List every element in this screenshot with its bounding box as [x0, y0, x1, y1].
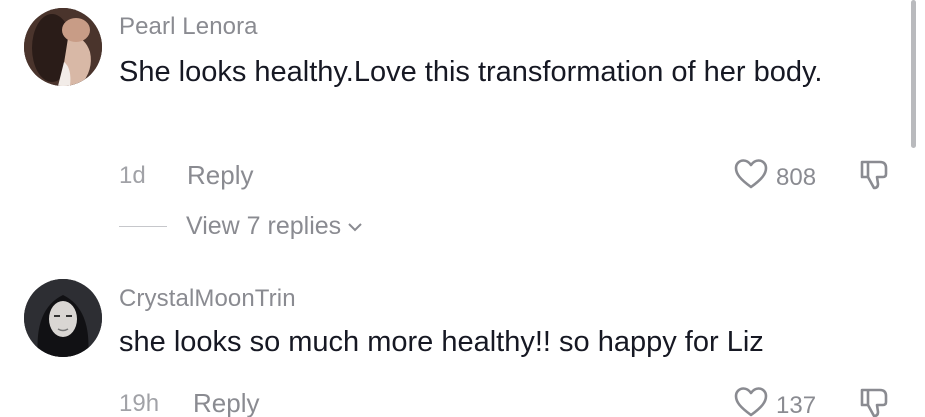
reply-button[interactable]: Reply	[193, 388, 259, 417]
avatar[interactable]	[24, 279, 102, 357]
like-count: 808	[776, 163, 817, 191]
view-replies-button[interactable]: View 7 replies	[119, 212, 363, 241]
avatar[interactable]	[24, 8, 102, 86]
comment-text: she looks so much more healthy!! so happ…	[119, 326, 764, 358]
dislike-icon	[857, 160, 891, 195]
comments-panel: Pearl Lenora She looks healthy.Love this…	[0, 0, 925, 417]
reply-button[interactable]: Reply	[187, 160, 253, 191]
dislike-icon	[857, 388, 891, 417]
like-button[interactable]: 808	[734, 158, 816, 197]
heart-icon	[734, 386, 768, 417]
scrollbar[interactable]	[911, 0, 916, 148]
like-count: 137	[776, 391, 817, 417]
chevron-down-icon	[347, 220, 363, 238]
dislike-button[interactable]	[857, 385, 891, 417]
heart-icon	[734, 158, 768, 197]
dislike-button[interactable]	[857, 157, 891, 196]
comment-timestamp: 19h	[119, 390, 160, 417]
replies-divider	[119, 226, 167, 227]
like-button[interactable]: 137	[734, 386, 816, 417]
comment-username[interactable]: CrystalMoonTrin	[119, 285, 296, 313]
comment-timestamp: 1d	[119, 162, 146, 189]
view-replies-label: View 7 replies	[186, 212, 342, 240]
comment-username[interactable]: Pearl Lenora	[119, 13, 258, 41]
comment-text: She looks healthy.Love this transformati…	[119, 56, 823, 88]
